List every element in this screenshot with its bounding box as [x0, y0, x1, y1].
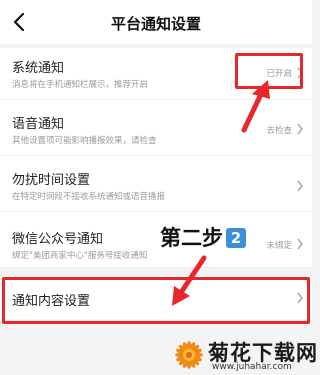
step-number-badge: 2	[226, 228, 246, 248]
chrysanthemum-logo-icon	[175, 341, 203, 369]
row-title: 语音通知	[12, 117, 65, 132]
row-title: 系统通知	[12, 61, 65, 76]
chevron-right-icon	[297, 180, 303, 192]
row-title: 勿扰时间设置	[12, 173, 91, 188]
row-subtitle: 在特定时间段不接收系统通知或语音播报	[12, 192, 166, 202]
header-bar: 平台通知设置	[0, 0, 312, 44]
settings-row-voice-notification[interactable]: 语音通知 其他设置项可能影响播报效果，请检查 去检查	[0, 100, 312, 156]
settings-row-do-not-disturb[interactable]: 勿扰时间设置 在特定时间段不接收系统通知或语音播报	[0, 156, 312, 212]
step-annotation: 第二步 2	[160, 222, 246, 252]
row-subtitle: 绑定"美团商家中心"服务号接收通知	[12, 251, 148, 261]
chevron-right-icon	[297, 123, 303, 135]
row-title: 微信公众号通知	[12, 232, 104, 247]
watermark-url: www.juhahar.com	[212, 362, 292, 372]
settings-row-wechat-notification[interactable]: 微信公众号通知 绑定"美团商家中心"服务号接收通知 未绑定	[0, 212, 312, 268]
chevron-right-icon	[297, 238, 303, 250]
row-status: 未绑定	[266, 241, 292, 251]
step-text: 第二步	[160, 226, 223, 250]
highlight-box-content-settings	[2, 277, 310, 324]
row-subtitle: 其他设置项可能影响播报效果，请检查	[12, 136, 157, 146]
highlight-box-status	[235, 53, 303, 89]
page-title: 平台通知设置	[110, 15, 201, 33]
row-subtitle: 消息将在手机通知栏展示，推荐开启	[12, 80, 149, 90]
divider	[0, 268, 312, 276]
watermark: 菊花下载网 www.juhahar.com	[170, 336, 317, 375]
row-status: 去检查	[266, 126, 292, 136]
